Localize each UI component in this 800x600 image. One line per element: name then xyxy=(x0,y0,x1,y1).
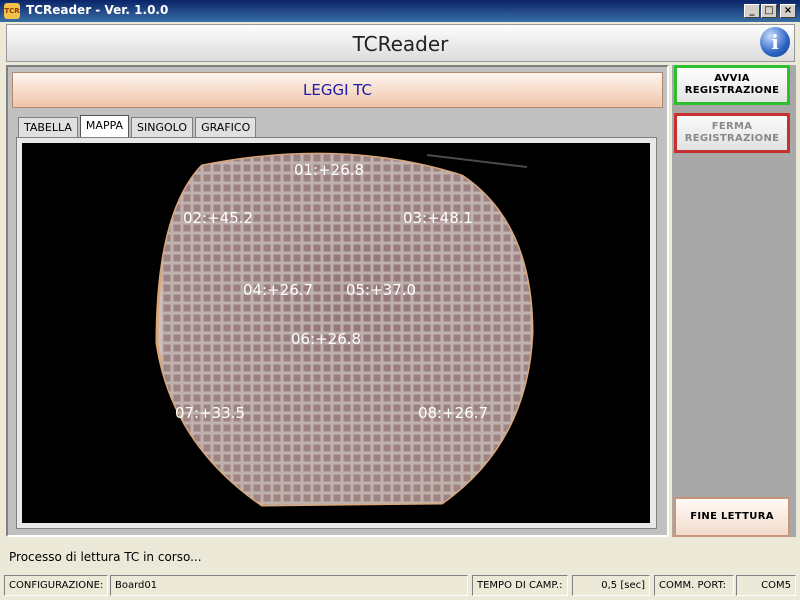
tc-06-value: 06:+26.8 xyxy=(290,330,362,348)
wafer-map: 01:+26.8 02:+45.2 03:+48.1 04:+26.7 05:+… xyxy=(22,143,650,523)
tc-03-value: 03:+48.1 xyxy=(402,209,474,227)
status-message: Processo di lettura TC in corso... xyxy=(9,550,202,564)
stop-recording-label-line1: FERMA xyxy=(711,121,753,132)
tc-01-value: 01:+26.8 xyxy=(293,161,365,179)
status-bar: CONFIGURAZIONE: Board01 TEMPO DI CAMP.: … xyxy=(0,572,800,600)
tab-grafico[interactable]: GRAFICO xyxy=(195,117,257,138)
app-header: TCReader i xyxy=(6,24,795,62)
tc-02-value: 02:+45.2 xyxy=(182,209,254,227)
tc-08-value: 08:+26.7 xyxy=(417,404,489,422)
start-recording-button[interactable]: AVVIA REGISTRAZIONE xyxy=(674,65,790,105)
tab-singolo[interactable]: SINGOLO xyxy=(131,117,194,138)
config-value: Board01 xyxy=(110,575,468,596)
tc-04-value: 04:+26.7 xyxy=(242,281,314,299)
close-button[interactable]: × xyxy=(780,4,796,18)
map-tab-panel: 01:+26.8 02:+45.2 03:+48.1 04:+26.7 05:+… xyxy=(16,137,657,529)
app-icon: TCR xyxy=(4,3,20,19)
main-panel: LEGGI TC TABELLA MAPPA SINGOLO GRAFICO 0… xyxy=(6,65,669,537)
start-recording-label-line1: AVVIA xyxy=(714,73,750,84)
tab-mappa[interactable]: MAPPA xyxy=(79,115,130,138)
port-label: COMM. PORT: xyxy=(654,575,734,596)
port-value: COM5 xyxy=(736,575,796,596)
sampling-value: 0,5 [sec] xyxy=(572,575,650,596)
section-title: LEGGI TC xyxy=(12,72,663,108)
action-sidebar: AVVIA REGISTRAZIONE FERMA REGISTRAZIONE … xyxy=(672,65,796,537)
tab-tabella[interactable]: TABELLA xyxy=(18,117,78,138)
end-reading-button[interactable]: FINE LETTURA xyxy=(674,497,790,537)
tab-bar: TABELLA MAPPA SINGOLO GRAFICO xyxy=(18,115,258,138)
tc-05-value: 05:+37.0 xyxy=(345,281,417,299)
config-label: CONFIGURAZIONE: xyxy=(4,575,108,596)
minimize-button[interactable]: _ xyxy=(744,4,760,18)
info-icon[interactable]: i xyxy=(760,27,790,57)
window-title: TCReader - Ver. 1.0.0 xyxy=(26,3,169,17)
start-recording-label-line2: REGISTRAZIONE xyxy=(684,85,780,96)
window-titlebar: TCR TCReader - Ver. 1.0.0 _ □ × xyxy=(0,0,800,22)
sampling-label: TEMPO DI CAMP.: xyxy=(472,575,568,596)
tc-07-value: 07:+33.5 xyxy=(174,404,246,422)
stop-recording-button[interactable]: FERMA REGISTRAZIONE xyxy=(674,113,790,153)
stop-recording-label-line2: REGISTRAZIONE xyxy=(684,133,780,144)
maximize-button[interactable]: □ xyxy=(761,4,777,18)
app-title: TCReader xyxy=(352,32,449,56)
